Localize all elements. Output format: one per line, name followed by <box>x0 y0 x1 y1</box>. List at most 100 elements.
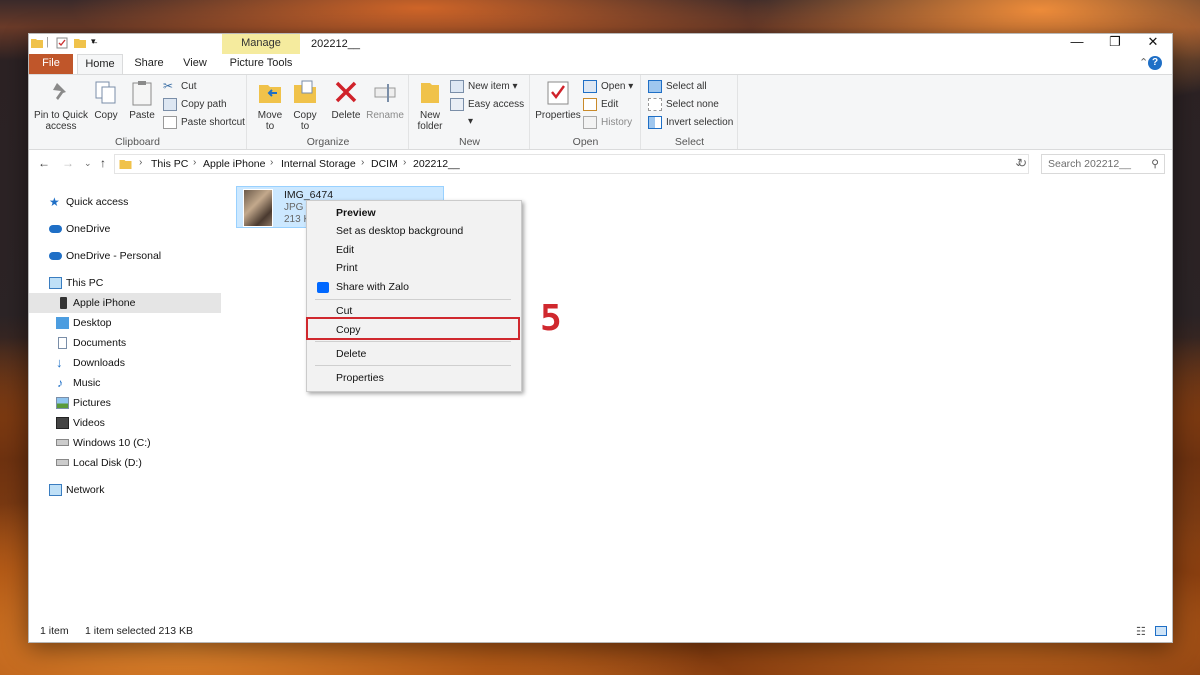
properties-icon[interactable] <box>56 37 68 49</box>
breadcrumb-separator: › <box>139 157 143 168</box>
new-group-label: New <box>458 136 480 148</box>
recent-locations-chevron-icon[interactable]: ⌄ <box>84 158 92 169</box>
sidebar-item-label: Pictures <box>73 397 111 409</box>
menu-item-preview[interactable]: Preview <box>308 204 520 222</box>
new-folder-button[interactable]: New folder <box>414 79 446 132</box>
delete-button[interactable]: Delete <box>330 79 362 121</box>
invert-selection-button[interactable]: Invert selection <box>648 114 733 131</box>
scissors-icon: ✂ <box>163 79 174 93</box>
sidebar-item-label: Local Disk (D:) <box>73 457 142 469</box>
tab-home[interactable]: Home <box>77 54 123 74</box>
edit-icon <box>583 98 597 111</box>
sidebar-item-network[interactable]: Network <box>49 480 219 500</box>
paste-shortcut-icon <box>163 116 177 129</box>
collapse-ribbon-icon[interactable]: ⌃ <box>1139 56 1148 69</box>
delete-x-icon <box>335 81 357 103</box>
sidebar-item-label: Music <box>73 377 101 389</box>
copy-to-button[interactable]: Copy to <box>290 79 320 132</box>
sidebar-item-onedrive-personal[interactable]: OneDrive - Personal <box>49 246 219 266</box>
new-folder-label: New folder <box>417 110 443 132</box>
breadcrumb-internal-storage[interactable]: Internal Storage <box>281 158 356 170</box>
help-icon[interactable]: ? <box>1148 56 1162 70</box>
copy-label: Copy <box>94 110 118 121</box>
drive-icon <box>56 459 69 466</box>
paste-button[interactable]: Paste <box>125 79 159 121</box>
cut-button[interactable]: ✂ Cut <box>163 78 197 95</box>
sidebar-item-local-disk-d[interactable]: Local Disk (D:) <box>56 453 221 473</box>
breadcrumb-current-folder[interactable]: 202212__ <box>413 158 460 170</box>
sidebar-item-music[interactable]: ♪ Music <box>56 373 221 393</box>
sidebar-item-quick-access[interactable]: ★ Quick access <box>49 192 219 212</box>
easy-access-label: Easy access <box>468 99 525 110</box>
folder-icon <box>31 39 43 48</box>
menu-item-edit[interactable]: Edit <box>308 241 520 259</box>
rename-button[interactable]: Rename <box>366 79 404 121</box>
clipboard-group: Pin to Quick access Copy Paste ✂ Cut Cop… <box>29 75 247 149</box>
menu-item-set-desktop-background[interactable]: Set as desktop background <box>308 222 520 240</box>
breadcrumb-apple-iphone[interactable]: Apple iPhone <box>203 158 265 170</box>
up-arrow-icon[interactable]: ↑ <box>100 156 106 170</box>
back-arrow-icon[interactable]: ← <box>38 156 50 170</box>
menu-item-delete[interactable]: Delete <box>308 345 520 363</box>
new-folder-icon[interactable] <box>74 37 86 49</box>
copy-icon <box>95 81 116 104</box>
history-button[interactable]: History <box>583 114 632 131</box>
sidebar-item-downloads[interactable]: ↓ Downloads <box>56 353 221 373</box>
new-item-button[interactable]: New item ▾ <box>450 78 518 95</box>
clipboard-group-label: Clipboard <box>115 136 160 148</box>
download-icon: ↓ <box>56 355 63 370</box>
minimize-button[interactable]: — <box>1059 34 1095 52</box>
sidebar-item-windows-c[interactable]: Windows 10 (C:) <box>56 433 221 453</box>
sidebar-item-this-pc[interactable]: This PC <box>49 273 219 293</box>
cloud-icon <box>49 225 62 233</box>
select-all-button[interactable]: Select all <box>648 78 707 95</box>
tab-share[interactable]: Share <box>127 54 171 74</box>
image-thumbnail <box>243 189 273 227</box>
divider: _ <box>92 33 98 43</box>
sidebar-item-label: OneDrive - Personal <box>66 250 162 262</box>
details-view-icon[interactable]: ☷ <box>1136 625 1146 638</box>
sidebar-item-desktop[interactable]: Desktop <box>56 313 221 333</box>
refresh-icon[interactable]: ↻ <box>1017 156 1027 170</box>
copy-button[interactable]: Copy <box>91 79 121 121</box>
menu-item-properties[interactable]: Properties <box>308 369 520 387</box>
sidebar-item-documents[interactable]: Documents <box>56 333 221 353</box>
paste-shortcut-button[interactable]: Paste shortcut <box>163 114 245 131</box>
menu-divider <box>315 341 511 342</box>
manage-tab[interactable]: Manage <box>222 37 300 49</box>
tab-picture-tools[interactable]: Picture Tools <box>222 54 300 74</box>
sidebar-item-pictures[interactable]: Pictures <box>56 393 221 413</box>
menu-item-print[interactable]: Print <box>308 259 520 277</box>
sidebar-item-label: Documents <box>73 337 127 349</box>
tab-view[interactable]: View <box>175 54 215 74</box>
open-group-label: Open <box>572 136 599 148</box>
large-icons-view-icon[interactable] <box>1155 626 1167 636</box>
easy-access-icon <box>450 98 464 111</box>
paste-label: Paste <box>129 110 155 121</box>
sidebar-item-apple-iphone[interactable]: Apple iPhone <box>29 293 221 313</box>
maximize-button[interactable]: ❐ <box>1097 34 1133 52</box>
properties-button[interactable]: Properties <box>535 79 581 121</box>
select-none-button[interactable]: Select none <box>648 96 719 113</box>
edit-button[interactable]: Edit <box>583 96 618 113</box>
sidebar-item-videos[interactable]: Videos <box>56 413 221 433</box>
sidebar-item-label: Network <box>66 484 105 496</box>
address-bar-row: ← → ⌄ ↑ › This PC › Apple iPhone › Inter… <box>29 151 1172 177</box>
address-bar[interactable]: › This PC › Apple iPhone › Internal Stor… <box>114 154 1029 174</box>
open-button[interactable]: Open ▾ <box>583 78 633 95</box>
easy-access-button[interactable]: Easy access ▾ <box>450 96 529 127</box>
breadcrumb-dcim[interactable]: DCIM <box>371 158 398 170</box>
menu-item-share-with-zalo[interactable]: Share with Zalo <box>308 278 520 296</box>
sidebar-item-onedrive[interactable]: OneDrive <box>49 219 219 239</box>
edit-label: Edit <box>601 99 619 110</box>
search-icon: ⚲ <box>1151 158 1159 170</box>
tab-file[interactable]: File <box>29 54 73 74</box>
search-input[interactable]: Search 202212__ ⚲ <box>1041 154 1165 174</box>
move-to-button[interactable]: Move to <box>254 79 286 132</box>
copy-path-button[interactable]: Copy path <box>163 96 227 113</box>
breadcrumb-this-pc[interactable]: This PC <box>151 158 188 170</box>
pin-quick-access-button[interactable]: Pin to Quick access <box>33 79 89 132</box>
move-to-icon <box>259 85 281 103</box>
close-button[interactable]: ✕ <box>1135 34 1171 52</box>
forward-arrow-icon[interactable]: → <box>62 156 74 170</box>
